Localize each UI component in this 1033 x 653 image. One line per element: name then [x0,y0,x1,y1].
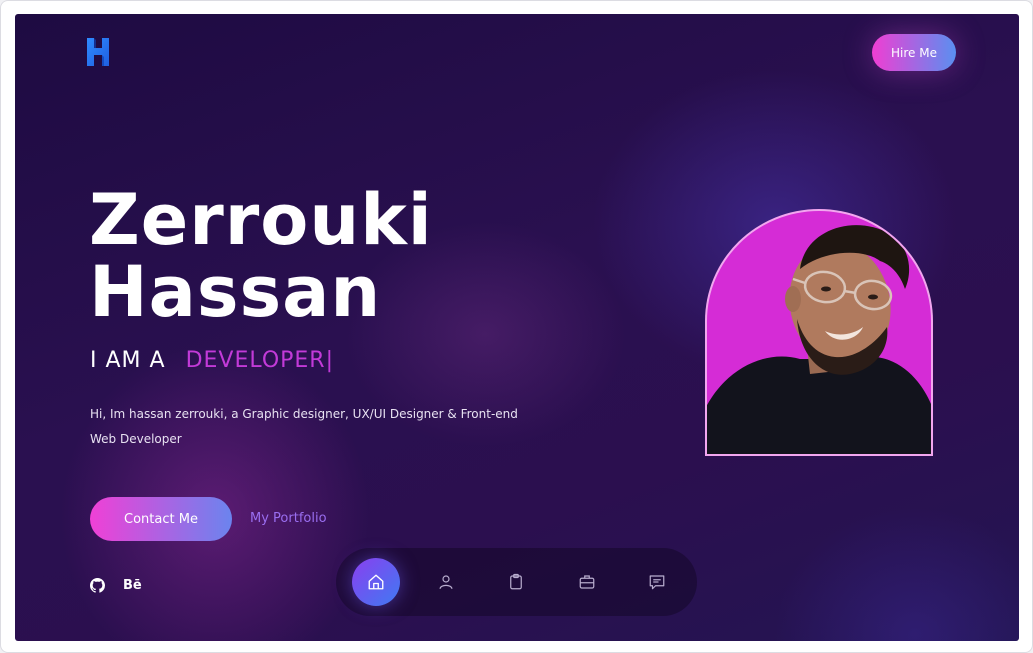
profile-photo [705,209,933,456]
name-last: Hassan [89,251,382,333]
bottom-nav [336,548,697,616]
role-typed-text: DEVELOPER [185,348,326,373]
nav-item-about[interactable] [422,558,470,606]
home-icon [368,574,384,590]
user-icon [439,575,453,589]
hire-me-button[interactable]: Hire Me [872,34,956,71]
bio-text: Hi, Im hassan zerrouki, a Graphic design… [90,407,518,446]
nav-item-home[interactable] [352,558,400,606]
contact-me-button[interactable]: Contact Me [90,497,232,541]
typing-cursor: | [325,348,335,373]
behance-link[interactable]: Bē [123,578,142,593]
message-icon [649,575,665,590]
briefcase-icon [579,575,595,589]
clipboard-icon [510,573,522,590]
hero-section: Hire Me Zerrouki Hassan I AM A DEVELOPER… [15,14,1019,641]
role-prefix: I AM A [90,348,166,373]
name-first: Zerrouki [89,179,433,261]
page-title: Zerrouki Hassan [89,184,433,328]
logo-icon[interactable] [85,36,111,68]
github-icon[interactable] [90,578,105,593]
nav-item-resume[interactable] [492,558,540,606]
role-line: I AM A DEVELOPER| [90,348,334,373]
my-portfolio-link[interactable]: My Portfolio [250,511,327,526]
nav-item-contact[interactable] [633,558,681,606]
nav-item-portfolio[interactable] [563,558,611,606]
